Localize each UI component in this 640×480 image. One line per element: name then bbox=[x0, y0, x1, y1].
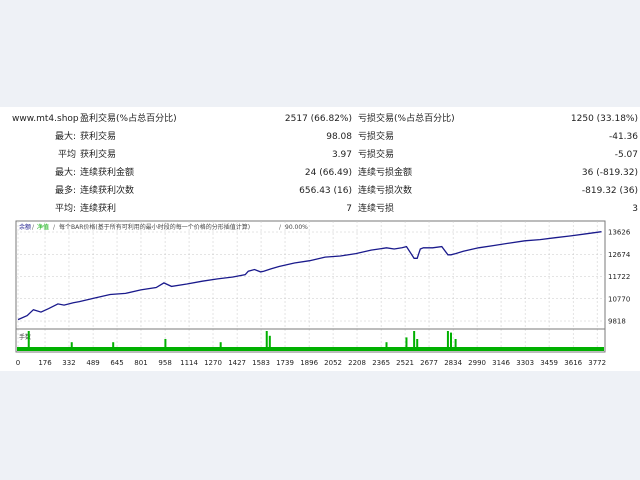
stats-label: 连续获利次数 bbox=[80, 186, 135, 196]
stats-label: 连续获利金额 bbox=[80, 168, 135, 178]
y-tick-label: 10770 bbox=[608, 295, 630, 303]
x-tick-label: 3146 bbox=[492, 359, 510, 367]
stats-prefix: 平均: bbox=[54, 204, 76, 214]
stats-label: 连续亏损金额 bbox=[358, 168, 413, 178]
volume-bar bbox=[413, 331, 416, 351]
stats-value: -819.32 (36) bbox=[581, 186, 638, 196]
x-tick-label: 958 bbox=[158, 359, 171, 367]
stats-row: www.mt4.shop 盈利交易(%占总百分比) 2517 (66.82%) … bbox=[0, 111, 640, 128]
stats-label: 连续亏损 bbox=[358, 204, 395, 214]
x-tick-label: 801 bbox=[134, 359, 147, 367]
volume-bar bbox=[70, 342, 73, 351]
volume-bar bbox=[405, 337, 408, 351]
stats-value: 2517 (66.82%) bbox=[284, 114, 352, 124]
stats-label: 盈利交易(%占总百分比) bbox=[80, 114, 177, 124]
stats-prefix: 平均 bbox=[57, 150, 76, 160]
x-tick-label: 0 bbox=[16, 359, 20, 367]
volume-bar bbox=[385, 342, 388, 351]
stats-value: 1250 (33.18%) bbox=[570, 114, 638, 124]
stats-value: 98.08 bbox=[326, 132, 352, 142]
stats-value: 36 (-819.32) bbox=[581, 168, 638, 178]
x-tick-label: 2834 bbox=[444, 359, 462, 367]
chart-frame bbox=[15, 220, 606, 353]
y-tick-label: 13626 bbox=[608, 229, 631, 237]
stats-value: 7 bbox=[346, 204, 352, 214]
equity-chart: 余额 / 净值 / 每个BAR价格(基于所有可利用的最小时段的每一个价格的分形插… bbox=[15, 220, 631, 367]
x-tick-label: 332 bbox=[62, 359, 75, 367]
x-tick-label: 1114 bbox=[180, 359, 198, 367]
x-tick-label: 489 bbox=[86, 359, 99, 367]
stats-prefix: 最大: bbox=[54, 168, 76, 178]
x-tick-label: 1739 bbox=[276, 359, 294, 367]
y-tick-label: 9818 bbox=[608, 318, 626, 326]
y-tick-label: 12674 bbox=[608, 251, 631, 259]
volume-bar bbox=[454, 339, 457, 351]
volume-baseline bbox=[17, 347, 604, 351]
stats-label: 获利交易 bbox=[80, 150, 117, 160]
x-tick-label: 3303 bbox=[516, 359, 534, 367]
x-axis: 0 176 332 489 645 801 958 1114 1270 1427 1583 1739 1… bbox=[16, 359, 606, 367]
x-tick-label: 2365 bbox=[372, 359, 390, 367]
legend-equity: 净值 bbox=[37, 223, 49, 231]
stats-value: 3 bbox=[632, 204, 638, 214]
x-tick-label: 3772 bbox=[588, 359, 606, 367]
x-tick-label: 3459 bbox=[540, 359, 558, 367]
stats-row: 平均: 连续获利 7 连续亏损 3 bbox=[0, 201, 640, 218]
stats-row: 最多: 连续获利次数 656.43 (16) 连续亏损次数 -819.32 (3… bbox=[0, 183, 640, 200]
volume-bar bbox=[27, 331, 30, 351]
x-tick-label: 645 bbox=[110, 359, 123, 367]
x-tick-label: 2677 bbox=[420, 359, 438, 367]
x-tick-label: 2208 bbox=[348, 359, 366, 367]
x-tick-label: 3616 bbox=[564, 359, 582, 367]
stats-label: 亏损交易 bbox=[358, 132, 395, 142]
top-background bbox=[0, 0, 640, 107]
stats-value: 656.43 (16) bbox=[299, 186, 352, 196]
x-tick-label: 2052 bbox=[324, 359, 342, 367]
stats-prefix: 最多: bbox=[54, 186, 76, 196]
volume-bar bbox=[446, 331, 449, 351]
stats-label: 亏损交易 bbox=[358, 150, 395, 160]
volume-bar bbox=[112, 342, 115, 351]
stats-value: -5.07 bbox=[614, 150, 638, 160]
stats-value: 3.97 bbox=[331, 150, 352, 160]
stats-label: 连续获利 bbox=[80, 204, 117, 214]
x-tick-label: 1896 bbox=[300, 359, 318, 367]
stats-label: 亏损交易(%占总百分比) bbox=[358, 114, 455, 124]
site-name: www.mt4.shop bbox=[12, 114, 79, 124]
volume-bar bbox=[219, 342, 222, 351]
stats-label: 连续亏损次数 bbox=[358, 186, 413, 196]
bottom-background bbox=[0, 371, 640, 480]
x-tick-label: 1583 bbox=[252, 359, 270, 367]
legend-balance: 余额 bbox=[19, 223, 31, 231]
volume-bar bbox=[449, 332, 452, 351]
x-tick-label: 2521 bbox=[396, 359, 414, 367]
stats-label: 获利交易 bbox=[80, 132, 117, 142]
volume-bar bbox=[416, 339, 419, 351]
stats-table: www.mt4.shop 盈利交易(%占总百分比) 2517 (66.82%) … bbox=[0, 111, 640, 217]
x-tick-label: 1270 bbox=[204, 359, 222, 367]
stats-value: -41.36 bbox=[608, 132, 638, 142]
volume-bar bbox=[164, 339, 167, 351]
y-tick-label: 11722 bbox=[608, 273, 630, 281]
stats-row: 最大: 获利交易 98.08 亏损交易 -41.36 bbox=[0, 129, 640, 146]
stats-prefix: 最大: bbox=[54, 132, 76, 142]
volume-bar bbox=[265, 331, 268, 351]
y-axis: 13626 12674 11722 10770 9818 bbox=[608, 229, 631, 326]
x-tick-label: 176 bbox=[38, 359, 52, 367]
volume-bar bbox=[268, 335, 271, 351]
x-tick-label: 1427 bbox=[228, 359, 246, 367]
x-tick-label: 2990 bbox=[468, 359, 486, 367]
legend-quality: 90.00% bbox=[285, 224, 308, 231]
stats-value: 24 (66.49) bbox=[304, 168, 352, 178]
legend-description: 每个BAR价格(基于所有可利用的最小时段的每一个价格的分形插值计算) bbox=[59, 223, 250, 231]
stats-row: 平均 获利交易 3.97 亏损交易 -5.07 bbox=[0, 147, 640, 164]
stats-row: 最大: 连续获利金额 24 (66.49) 连续亏损金额 36 (-819.32… bbox=[0, 165, 640, 182]
